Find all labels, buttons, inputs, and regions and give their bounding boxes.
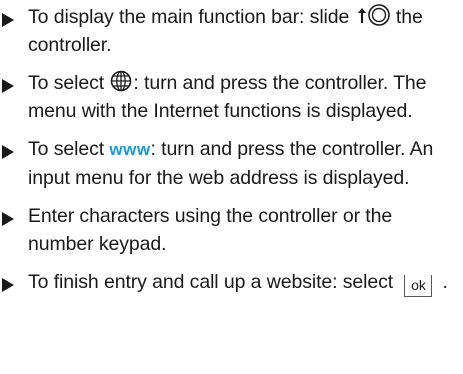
bullet-arrow-icon: [2, 145, 14, 159]
step-text: Enter characters using the controller or…: [28, 205, 393, 255]
instruction-list: To display the main function bar: slide …: [0, 0, 463, 297]
instruction-step-call-website: To finish entry and call up a website: s…: [0, 268, 463, 297]
slide-up-controller-icon: [357, 3, 391, 27]
step-text-before: To select: [28, 138, 110, 160]
www-symbol: www: [109, 140, 151, 159]
instruction-step-show-function-bar: To display the main function bar: slide …: [0, 0, 463, 59]
instruction-step-enter-characters: Enter characters using the controller or…: [0, 202, 463, 258]
step-text-after: .: [442, 271, 448, 293]
bullet-arrow-icon: [2, 79, 14, 93]
instruction-step-select-internet: To select : turn and press the controlle…: [0, 69, 463, 125]
step-text-before: To select: [28, 72, 110, 94]
step-text-before: To display the main function bar: slide: [28, 6, 355, 28]
instruction-step-select-www: To select www: turn and press the contro…: [0, 135, 463, 192]
bullet-arrow-icon: [2, 13, 14, 27]
bullet-arrow-icon: [2, 278, 14, 292]
globe-icon: [110, 70, 132, 92]
bullet-arrow-icon: [2, 212, 14, 226]
ok-key-symbol: ok: [404, 275, 433, 297]
step-text-before: To finish entry and call up a website: s…: [28, 271, 399, 293]
